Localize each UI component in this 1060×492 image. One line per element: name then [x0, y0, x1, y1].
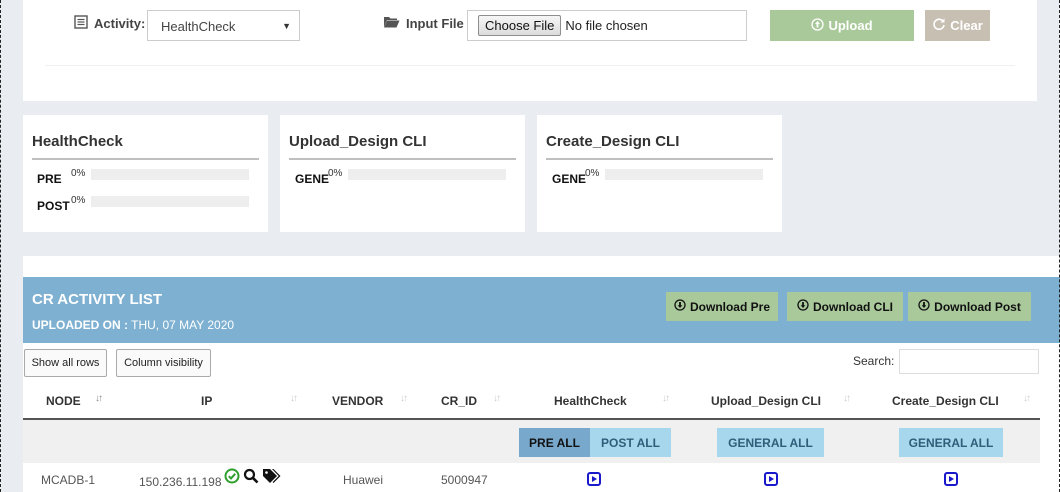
- download-post-button[interactable]: Download Post: [908, 292, 1031, 321]
- refresh-icon: [932, 17, 946, 34]
- general-all-create-button[interactable]: GENERAL ALL: [899, 428, 1003, 457]
- general-all-upload-button[interactable]: GENERAL ALL: [717, 428, 824, 457]
- column-header-create-design[interactable]: Create_Design CLI: [892, 394, 999, 408]
- card-title: Create_Design CLI: [546, 133, 680, 150]
- download-pre-button[interactable]: Download Pre: [666, 292, 778, 321]
- upload-button[interactable]: Upload: [770, 10, 914, 41]
- folder-open-icon: [383, 15, 400, 31]
- column-header-healthcheck[interactable]: HealthCheck: [554, 394, 627, 408]
- list-title: CR ACTIVITY LIST: [32, 291, 163, 308]
- play-create-design-icon[interactable]: [944, 472, 958, 486]
- card-divider: [289, 158, 516, 160]
- progress-row-post: POST 0%: [37, 195, 250, 213]
- column-header-node[interactable]: NODE: [46, 394, 81, 408]
- sort-icon[interactable]: ↓↑: [662, 393, 670, 404]
- cell-node: MCADB-1: [41, 473, 96, 487]
- sort-asc-icon[interactable]: ↓↑: [95, 393, 103, 404]
- activity-select[interactable]: HealthCheck ▼: [147, 10, 300, 41]
- card-title: Upload_Design CLI: [289, 133, 427, 150]
- tags-icon[interactable]: [262, 468, 282, 487]
- progress-bar: [348, 169, 507, 180]
- progress-card-create-design: Create_Design CLI GENE 0%: [537, 115, 782, 232]
- column-header-cr-id[interactable]: CR_ID: [441, 394, 477, 408]
- card-title: HealthCheck: [32, 133, 123, 150]
- play-upload-design-icon[interactable]: [764, 472, 778, 486]
- progress-bar: [91, 196, 250, 207]
- progress-row-gene: GENE 0%: [552, 168, 764, 186]
- check-circle-icon[interactable]: [224, 468, 240, 487]
- activity-label: Activity:: [74, 15, 145, 32]
- no-file-text: No file chosen: [565, 18, 648, 33]
- activity-list-header: CR ACTIVITY LIST UPLOADED ON : THU, 07 M…: [23, 277, 1060, 343]
- search-icon[interactable]: [243, 468, 259, 487]
- progress-bar: [605, 169, 764, 180]
- choose-file-button[interactable]: Choose File: [478, 15, 562, 36]
- progress-row-gene: GENE 0%: [295, 168, 507, 186]
- upload-panel: Activity: HealthCheck ▼ Input File : Cho…: [23, 0, 1037, 101]
- progress-row-pre: PRE 0%: [37, 168, 250, 186]
- column-header-vendor[interactable]: VENDOR: [332, 394, 383, 408]
- column-visibility-button[interactable]: Column visibility: [116, 349, 211, 377]
- download-cli-button[interactable]: Download CLI: [787, 292, 903, 321]
- caret-down-icon: ▼: [282, 21, 291, 31]
- sort-icon[interactable]: ↓↑: [843, 393, 851, 404]
- cell-vendor: Huawei: [343, 473, 384, 487]
- file-input[interactable]: Choose File No file chosen: [467, 10, 747, 41]
- search-label: Search:: [853, 354, 895, 368]
- progress-card-upload-design: Upload_Design CLI GENE 0%: [280, 115, 525, 232]
- search-input[interactable]: [899, 349, 1039, 374]
- cell-cr-id: 5000947: [441, 473, 488, 487]
- sort-icon[interactable]: ↓↑: [493, 393, 501, 404]
- play-healthcheck-icon[interactable]: [587, 472, 601, 486]
- progress-card-healthcheck: HealthCheck PRE 0% POST 0%: [23, 115, 268, 232]
- ip-actions: [224, 468, 282, 487]
- sort-icon[interactable]: ↓↑: [290, 393, 298, 404]
- download-circle-icon: [797, 299, 809, 314]
- cell-ip: 150.236.11.198: [139, 475, 222, 489]
- sort-icon[interactable]: ↓↑: [1023, 393, 1031, 404]
- upload-circle-icon: [811, 17, 825, 34]
- divider: [45, 65, 1015, 66]
- pre-all-button[interactable]: PRE ALL: [519, 428, 590, 457]
- show-all-rows-button[interactable]: Show all rows: [24, 349, 107, 377]
- list-icon: [74, 15, 88, 32]
- column-header-upload-design[interactable]: Upload_Design CLI: [711, 394, 821, 408]
- sort-icon[interactable]: ↓↑: [400, 393, 408, 404]
- uploaded-on: UPLOADED ON : THU, 07 MAY 2020: [32, 318, 235, 332]
- card-divider: [32, 158, 259, 160]
- activity-list-panel: CR ACTIVITY LIST UPLOADED ON : THU, 07 M…: [23, 256, 1060, 492]
- column-header-ip[interactable]: IP: [201, 394, 212, 408]
- progress-bar: [91, 169, 250, 180]
- download-circle-icon: [674, 299, 686, 314]
- card-divider: [546, 158, 773, 160]
- post-all-button[interactable]: POST ALL: [590, 428, 671, 457]
- download-circle-icon: [918, 299, 930, 314]
- clear-button[interactable]: Clear: [925, 10, 990, 41]
- input-file-label: Input File :: [383, 15, 472, 31]
